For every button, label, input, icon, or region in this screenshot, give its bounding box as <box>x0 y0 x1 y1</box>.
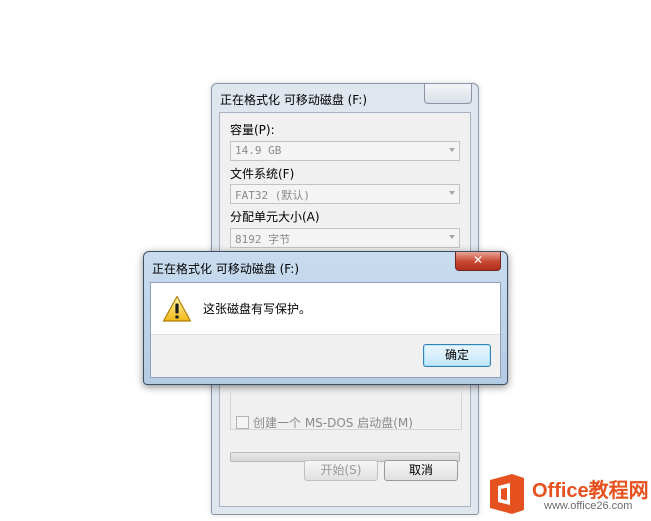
filesystem-select[interactable]: FAT32 (默认) <box>230 184 460 204</box>
filesystem-value: FAT32 (默认) <box>235 189 310 202</box>
warning-icon <box>162 295 192 322</box>
format-window-titlebar[interactable]: 正在格式化 可移动磁盘 (F:) <box>212 84 478 112</box>
alloc-unit-value: 8192 字节 <box>235 233 291 246</box>
close-icon: ✕ <box>472 253 484 267</box>
office-logo-icon <box>490 474 524 514</box>
dialog-title: 正在格式化 可移动磁盘 (F:) <box>152 262 300 276</box>
dialog-message: 这张磁盘有写保护。 <box>203 302 312 316</box>
msdos-startup-option[interactable]: 创建一个 MS-DOS 启动盘(M) <box>236 414 413 431</box>
watermark-brand: Office教程网 <box>532 480 649 502</box>
watermark-url: www.office26.com <box>544 500 633 512</box>
msdos-checkbox-label: 创建一个 MS-DOS 启动盘(M) <box>253 416 413 430</box>
watermark: Office教程网 www.office26.com <box>486 470 651 518</box>
start-button[interactable]: 开始(S) <box>304 460 378 481</box>
msdos-checkbox[interactable] <box>236 416 249 429</box>
dialog-close-button[interactable]: ✕ <box>455 252 501 271</box>
chevron-down-icon <box>449 235 455 239</box>
ok-button[interactable]: 确定 <box>423 344 491 367</box>
filesystem-label: 文件系统(F) <box>230 167 295 181</box>
write-protect-dialog: 正在格式化 可移动磁盘 (F:) ✕ 这张磁盘有写保护。 确定 <box>143 251 508 385</box>
alloc-unit-label: 分配单元大小(A) <box>230 210 320 224</box>
capacity-select[interactable]: 14.9 GB <box>230 141 460 161</box>
dialog-body: 这张磁盘有写保护。 确定 <box>150 282 501 378</box>
format-window-close-button[interactable] <box>424 84 472 104</box>
cancel-button[interactable]: 取消 <box>384 460 458 481</box>
capacity-value: 14.9 GB <box>235 144 282 157</box>
format-window-title: 正在格式化 可移动磁盘 (F:) <box>220 93 368 107</box>
chevron-down-icon <box>449 191 455 195</box>
alloc-unit-select[interactable]: 8192 字节 <box>230 228 460 248</box>
chevron-down-icon <box>449 148 455 152</box>
capacity-label: 容量(P): <box>230 123 275 137</box>
dialog-footer: 确定 <box>151 334 500 377</box>
